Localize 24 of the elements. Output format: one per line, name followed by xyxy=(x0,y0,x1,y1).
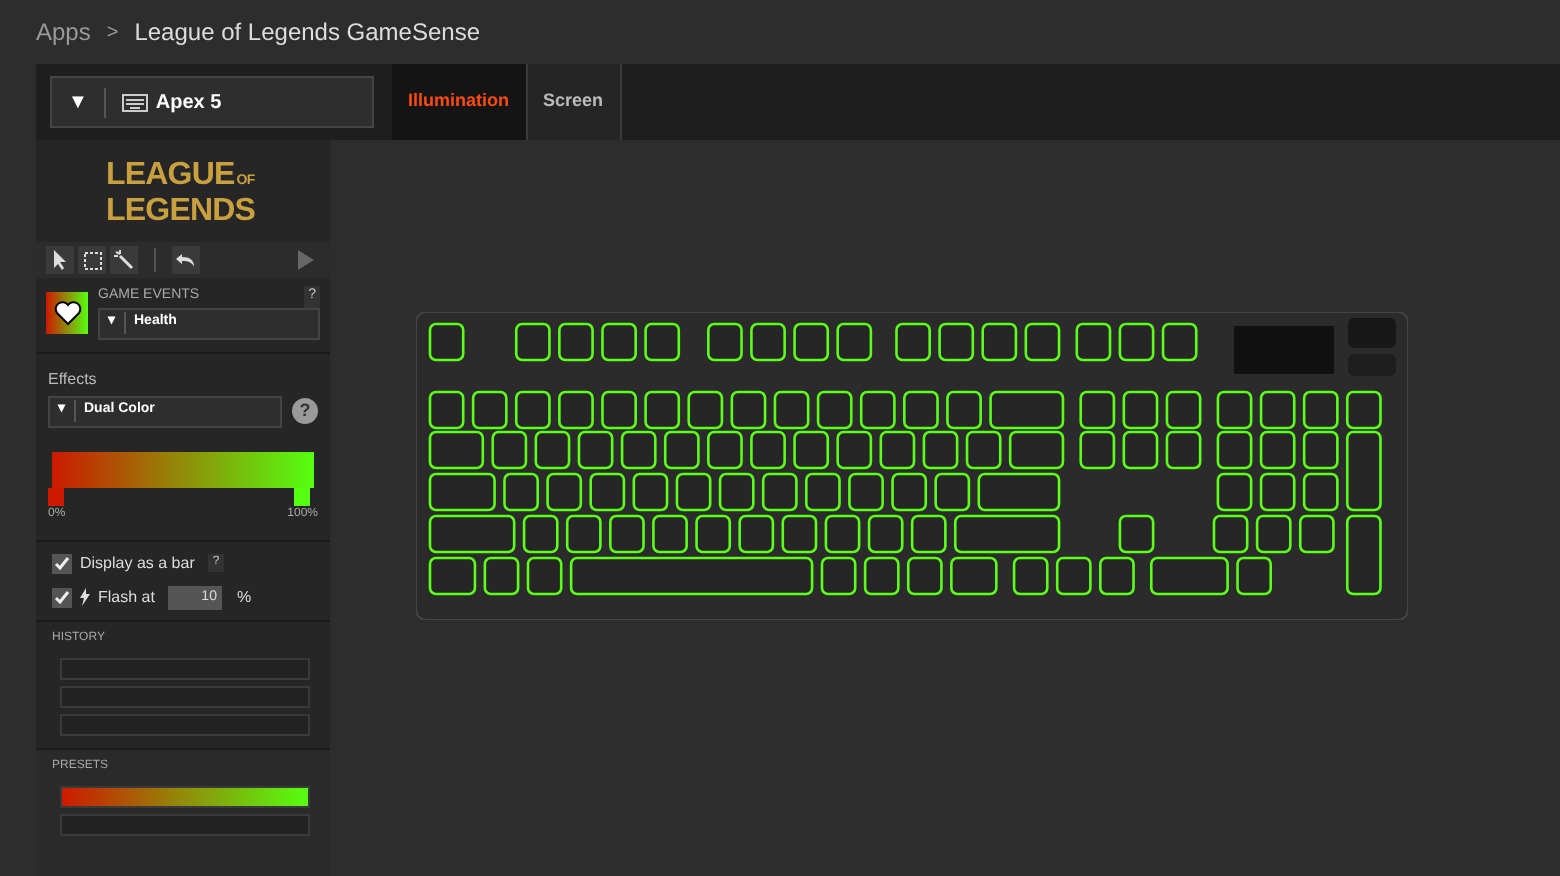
undo-icon[interactable] xyxy=(172,246,200,274)
tab[interactable]: Screen xyxy=(527,64,622,140)
option-label: Flash at xyxy=(98,585,155,609)
lightning-icon xyxy=(80,588,90,606)
option-label: Display as a bar xyxy=(80,551,195,575)
tab[interactable]: Illumination xyxy=(392,64,527,140)
select-tool-icon[interactable] xyxy=(78,246,106,274)
breadcrumb-separator: > xyxy=(106,19,119,47)
section-label: Effects xyxy=(48,367,99,391)
event-icon xyxy=(46,292,88,334)
page-title: League of Legends GameSense xyxy=(134,16,481,50)
preset-swatch[interactable] xyxy=(60,785,310,807)
breadcrumb-link[interactable]: Apps xyxy=(36,14,91,50)
checkbox[interactable] xyxy=(52,587,72,607)
pointer-tool-icon[interactable] xyxy=(46,246,74,274)
keyboard-icon xyxy=(121,93,148,111)
device-name: Apex 5 xyxy=(155,89,222,117)
device-selector[interactable]: ▼ Apex 5 xyxy=(50,76,374,128)
unit-label: % xyxy=(236,585,252,609)
play-icon[interactable] xyxy=(298,250,314,270)
color-stop-handle[interactable] xyxy=(48,487,65,505)
checkbox[interactable] xyxy=(52,553,72,573)
wand-tool-icon[interactable] xyxy=(110,246,138,274)
help-icon[interactable]: ? xyxy=(292,398,318,424)
